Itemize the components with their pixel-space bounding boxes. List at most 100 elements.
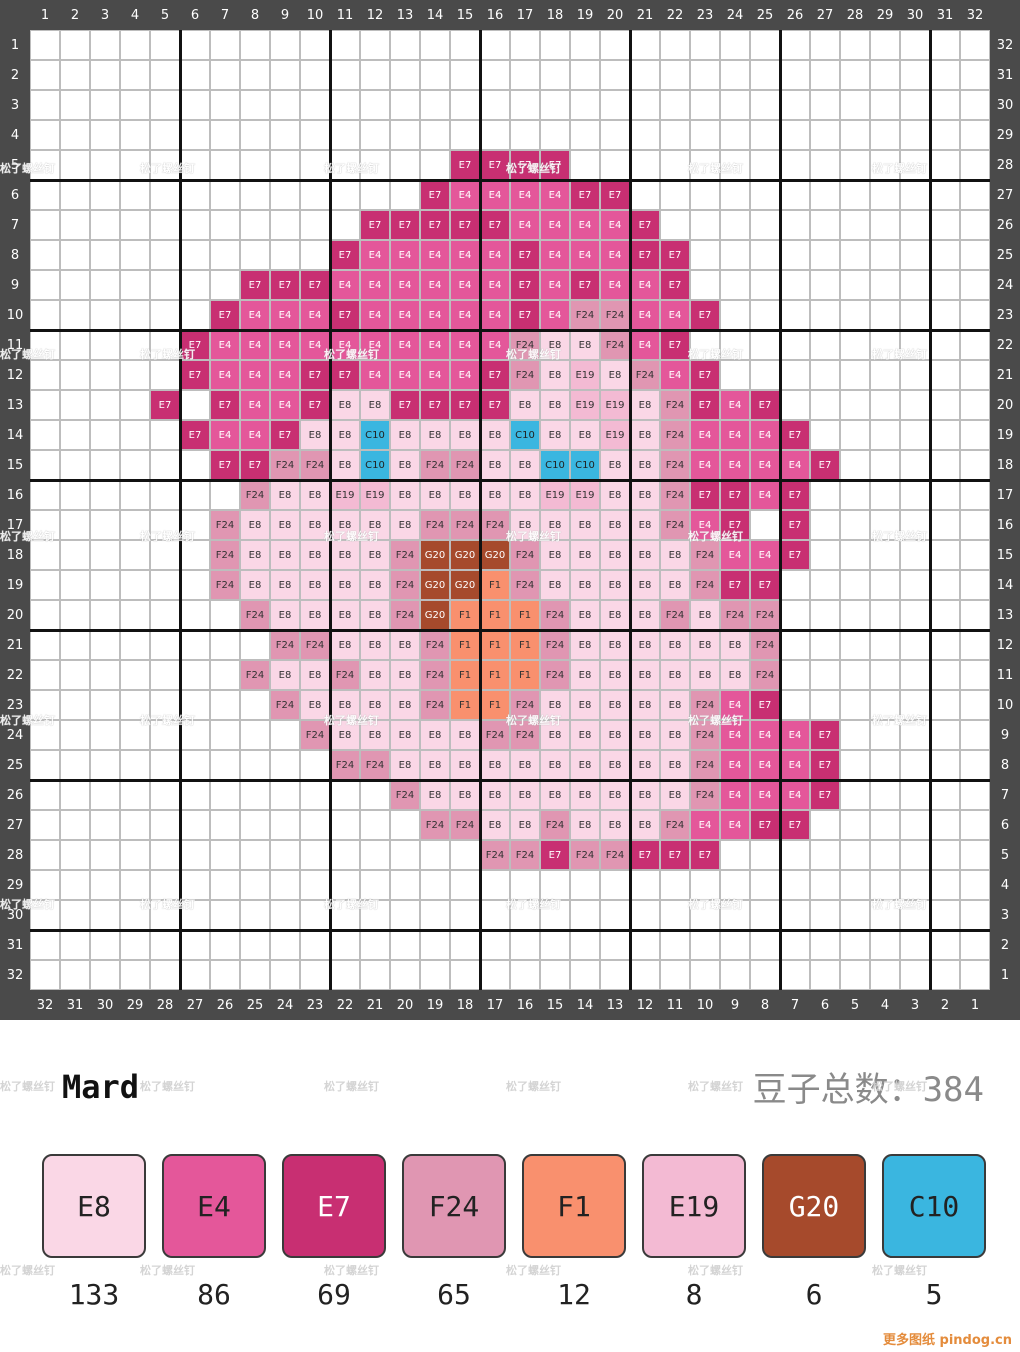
- empty-cell[interactable]: [960, 30, 990, 60]
- bead-cell-e4[interactable]: E4: [330, 270, 360, 300]
- empty-cell[interactable]: [210, 270, 240, 300]
- empty-cell[interactable]: [810, 420, 840, 450]
- empty-cell[interactable]: [840, 420, 870, 450]
- bead-cell-e8[interactable]: E8: [510, 390, 540, 420]
- bead-cell-f24[interactable]: F24: [510, 570, 540, 600]
- empty-cell[interactable]: [930, 870, 960, 900]
- empty-cell[interactable]: [210, 690, 240, 720]
- bead-cell-e8[interactable]: E8: [390, 480, 420, 510]
- empty-cell[interactable]: [300, 780, 330, 810]
- empty-cell[interactable]: [270, 180, 300, 210]
- empty-cell[interactable]: [30, 960, 60, 990]
- empty-cell[interactable]: [840, 930, 870, 960]
- empty-cell[interactable]: [570, 870, 600, 900]
- empty-cell[interactable]: [60, 240, 90, 270]
- bead-cell-e7[interactable]: E7: [750, 810, 780, 840]
- bead-cell-e7[interactable]: E7: [300, 390, 330, 420]
- bead-cell-e7[interactable]: E7: [360, 210, 390, 240]
- bead-cell-f1[interactable]: F1: [450, 600, 480, 630]
- empty-cell[interactable]: [270, 60, 300, 90]
- empty-cell[interactable]: [780, 210, 810, 240]
- empty-cell[interactable]: [960, 600, 990, 630]
- empty-cell[interactable]: [90, 90, 120, 120]
- bead-cell-e4[interactable]: E4: [510, 180, 540, 210]
- bead-cell-e8[interactable]: E8: [630, 390, 660, 420]
- empty-cell[interactable]: [30, 750, 60, 780]
- empty-cell[interactable]: [930, 750, 960, 780]
- empty-cell[interactable]: [930, 810, 960, 840]
- empty-cell[interactable]: [870, 570, 900, 600]
- empty-cell[interactable]: [810, 210, 840, 240]
- bead-cell-e19[interactable]: E19: [600, 390, 630, 420]
- empty-cell[interactable]: [60, 360, 90, 390]
- empty-cell[interactable]: [180, 750, 210, 780]
- bead-cell-f24[interactable]: F24: [600, 840, 630, 870]
- empty-cell[interactable]: [90, 600, 120, 630]
- bead-cell-e4[interactable]: E4: [660, 360, 690, 390]
- empty-cell[interactable]: [210, 660, 240, 690]
- empty-cell[interactable]: [900, 750, 930, 780]
- empty-cell[interactable]: [90, 870, 120, 900]
- empty-cell[interactable]: [870, 810, 900, 840]
- empty-cell[interactable]: [810, 930, 840, 960]
- empty-cell[interactable]: [960, 900, 990, 930]
- empty-cell[interactable]: [660, 960, 690, 990]
- bead-cell-e4[interactable]: E4: [450, 300, 480, 330]
- bead-cell-e7[interactable]: E7: [210, 450, 240, 480]
- empty-cell[interactable]: [210, 180, 240, 210]
- empty-cell[interactable]: [120, 840, 150, 870]
- bead-cell-e4[interactable]: E4: [360, 300, 390, 330]
- empty-cell[interactable]: [300, 60, 330, 90]
- bead-cell-e8[interactable]: E8: [690, 660, 720, 690]
- bead-cell-e4[interactable]: E4: [690, 810, 720, 840]
- bead-cell-e8[interactable]: E8: [330, 600, 360, 630]
- bead-cell-e8[interactable]: E8: [270, 480, 300, 510]
- bead-cell-e8[interactable]: E8: [390, 510, 420, 540]
- empty-cell[interactable]: [780, 960, 810, 990]
- bead-cell-f24[interactable]: F24: [420, 810, 450, 840]
- empty-cell[interactable]: [270, 210, 300, 240]
- bead-cell-e4[interactable]: E4: [240, 390, 270, 420]
- empty-cell[interactable]: [810, 810, 840, 840]
- empty-cell[interactable]: [930, 780, 960, 810]
- empty-cell[interactable]: [780, 390, 810, 420]
- bead-cell-e4[interactable]: E4: [750, 720, 780, 750]
- empty-cell[interactable]: [570, 30, 600, 60]
- empty-cell[interactable]: [60, 390, 90, 420]
- bead-cell-e4[interactable]: E4: [420, 330, 450, 360]
- bead-cell-e8[interactable]: E8: [540, 540, 570, 570]
- bead-cell-e8[interactable]: E8: [660, 630, 690, 660]
- empty-cell[interactable]: [960, 270, 990, 300]
- empty-cell[interactable]: [930, 150, 960, 180]
- bead-cell-e8[interactable]: E8: [240, 570, 270, 600]
- bead-cell-e19[interactable]: E19: [330, 480, 360, 510]
- bead-cell-e4[interactable]: E4: [420, 360, 450, 390]
- empty-cell[interactable]: [90, 780, 120, 810]
- empty-cell[interactable]: [780, 900, 810, 930]
- empty-cell[interactable]: [180, 30, 210, 60]
- bead-cell-e7[interactable]: E7: [210, 390, 240, 420]
- empty-cell[interactable]: [480, 90, 510, 120]
- empty-cell[interactable]: [810, 510, 840, 540]
- empty-cell[interactable]: [870, 930, 900, 960]
- empty-cell[interactable]: [870, 630, 900, 660]
- empty-cell[interactable]: [840, 150, 870, 180]
- empty-cell[interactable]: [180, 660, 210, 690]
- empty-cell[interactable]: [930, 960, 960, 990]
- empty-cell[interactable]: [120, 480, 150, 510]
- bead-cell-f24[interactable]: F24: [600, 300, 630, 330]
- bead-cell-f24[interactable]: F24: [690, 780, 720, 810]
- empty-cell[interactable]: [60, 780, 90, 810]
- empty-cell[interactable]: [180, 300, 210, 330]
- empty-cell[interactable]: [900, 420, 930, 450]
- empty-cell[interactable]: [480, 930, 510, 960]
- empty-cell[interactable]: [900, 270, 930, 300]
- empty-cell[interactable]: [360, 780, 390, 810]
- empty-cell[interactable]: [900, 480, 930, 510]
- empty-cell[interactable]: [750, 900, 780, 930]
- empty-cell[interactable]: [60, 120, 90, 150]
- bead-cell-e8[interactable]: E8: [540, 390, 570, 420]
- empty-cell[interactable]: [60, 270, 90, 300]
- empty-cell[interactable]: [750, 360, 780, 390]
- empty-cell[interactable]: [720, 300, 750, 330]
